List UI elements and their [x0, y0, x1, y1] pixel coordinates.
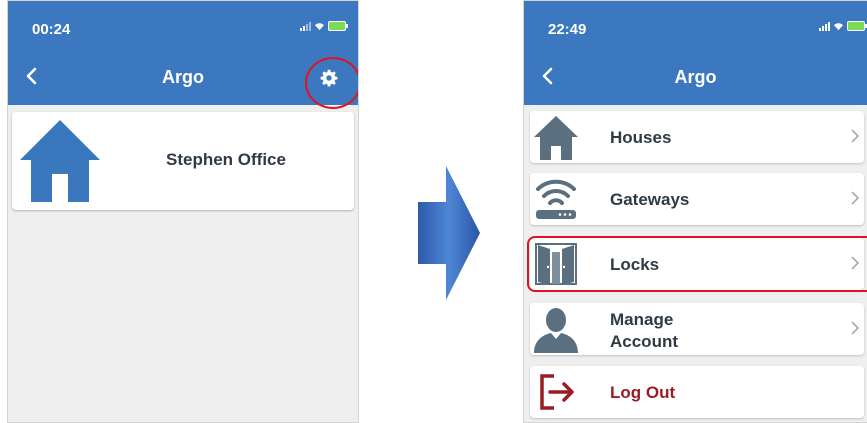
- menu-item-gateways[interactable]: Gateways: [530, 173, 864, 225]
- status-icons: [819, 21, 867, 31]
- chevron-right-icon: [851, 129, 860, 143]
- menu-label-gateways: Gateways: [610, 190, 690, 209]
- status-time: 00:24: [32, 21, 71, 38]
- status-icons: [300, 21, 348, 31]
- signal-icon: [300, 21, 311, 31]
- nav-bar: 22:49 Argo: [524, 1, 867, 105]
- menu-label-houses: Houses: [610, 128, 672, 147]
- settings-highlight-circle: [305, 57, 358, 109]
- status-time: 22:49: [548, 21, 587, 38]
- left-phone-screen: 00:24 Argo Stephen Office: [7, 0, 359, 423]
- menu-item-manage-account[interactable]: Manage Account: [530, 303, 864, 355]
- locks-highlight-box: [527, 236, 867, 292]
- right-phone-screen: 22:49 Argo Houses Gateways Locks Manage …: [523, 0, 867, 423]
- house-name: Stephen Office: [166, 150, 286, 169]
- house-list-item[interactable]: Stephen Office: [12, 112, 354, 210]
- menu-label-log-out: Log Out: [610, 383, 676, 402]
- wifi-icon: [834, 22, 843, 30]
- battery-icon: [847, 21, 867, 31]
- signal-icon: [819, 21, 830, 31]
- person-icon: [534, 308, 578, 353]
- chevron-right-icon: [851, 191, 860, 205]
- menu-item-houses[interactable]: Houses: [530, 111, 864, 163]
- transition-arrow-icon: [418, 166, 480, 300]
- house-icon: [534, 116, 578, 160]
- battery-icon: [328, 21, 348, 31]
- page-title: Argo: [674, 67, 717, 87]
- wifi-icon: [315, 22, 324, 30]
- house-icon: [20, 120, 100, 202]
- menu-label-manage-account: Manage Account: [610, 310, 678, 351]
- gateway-icon: [536, 179, 576, 219]
- logout-icon: [540, 374, 574, 410]
- menu-item-log-out[interactable]: Log Out: [530, 366, 864, 418]
- chevron-right-icon: [851, 321, 860, 335]
